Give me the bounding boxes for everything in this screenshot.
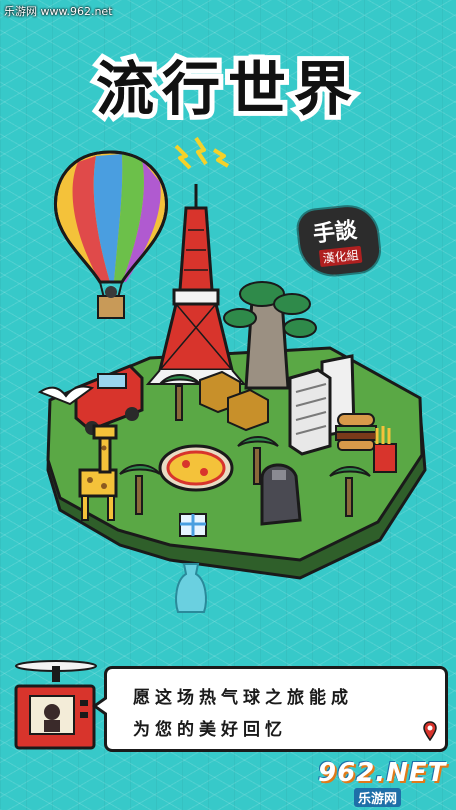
gift-icon <box>179 513 207 537</box>
seal-bottom-text: 漢化組 <box>318 245 363 268</box>
hot-air-balloon <box>53 150 168 319</box>
drone-narrator <box>14 660 97 750</box>
watermark-logo-sub: 乐游网 <box>354 788 402 807</box>
floating-bottle <box>175 563 207 613</box>
dialog-line-2: 为您的美好回忆 <box>133 720 287 740</box>
location-pin-icon <box>423 721 437 741</box>
watermark-logo-text: 962.NET <box>318 758 447 788</box>
dialog-tail-fill <box>97 699 107 713</box>
game-screen[interactable]: 乐游网 www.962.net 流行世界 流行世界 手談 漢化組 愿这场热气球之… <box>0 0 456 810</box>
dialog-box[interactable]: 愿这场热气球之旅能成 为您的美好回忆 <box>104 666 448 752</box>
gorilla <box>260 463 302 526</box>
watermark-bottom: 962.NET 乐游网 <box>318 758 452 807</box>
pizza-plaza <box>158 444 234 492</box>
dialog-line-1: 愿这场热气球之旅能成 <box>133 688 353 708</box>
seal-top-text: 手談 <box>311 217 359 248</box>
lightning-icon <box>174 136 230 170</box>
